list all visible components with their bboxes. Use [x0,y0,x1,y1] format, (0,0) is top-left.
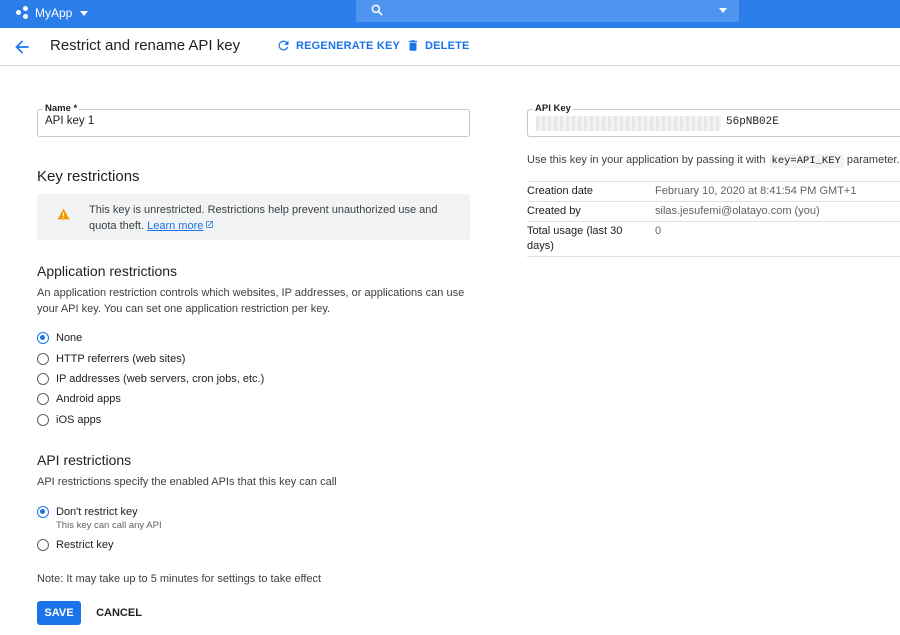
name-input[interactable] [45,115,455,127]
detail-value: 0 [655,225,662,237]
learn-more-label: Learn more [147,220,204,232]
name-field: Name * [37,103,470,137]
key-restrictions-heading: Key restrictions [37,168,140,185]
api-restrictions-heading: API restrictions [37,452,132,468]
radio-app-android[interactable]: Android apps [37,393,121,405]
regenerate-key-button[interactable]: REGENERATE KEY [276,38,400,53]
radio-button[interactable] [37,506,49,518]
detail-key: Created by [527,205,581,217]
api-restrictions-description: API restrictions specify the enabled API… [37,476,337,488]
key-details-table: Creation date February 10, 2020 at 8:41:… [527,181,900,257]
radio-button[interactable] [37,393,49,405]
dropdown-caret-icon [80,10,89,16]
table-row: Created by silas.jesufemi@olatayo.com (y… [527,202,900,222]
delete-label: DELETE [425,39,470,52]
radio-label: iOS apps [56,414,102,426]
radio-label: Restrict key [56,539,114,551]
hint-code: key=API_KEY [768,154,844,168]
detail-key: Creation date [527,185,594,197]
save-button[interactable]: SAVE [37,601,81,625]
api-key-value[interactable]: 56pNB02E [726,116,779,128]
radio-label: Android apps [56,393,121,405]
radio-button[interactable] [37,414,49,426]
radio-button[interactable] [37,539,49,551]
search-expand-icon[interactable] [719,8,727,13]
table-row: Total usage (last 30 days) 0 [527,222,900,257]
action-bar: Restrict and rename API key REGENERATE K… [0,28,900,66]
application-restrictions-heading: Application restrictions [37,263,178,279]
project-selector[interactable]: MyApp [16,2,89,24]
external-link-icon [206,221,214,228]
api-key-usage-hint: Use this key in your application by pass… [527,154,900,168]
radio-label: IP addresses (web servers, cron jobs, et… [56,373,265,385]
api-key-label: API Key [533,103,573,114]
search-bar[interactable] [356,0,739,22]
detail-key: Total usage (last 30 days) [527,225,623,252]
radio-app-ios[interactable]: iOS apps [37,414,101,426]
detail-value: silas.jesufemi@olatayo.com (you) [655,205,820,217]
top-bar: MyApp [0,0,900,28]
hint-prefix: Use this key in your application by pass… [527,154,766,166]
radio-restrict-key[interactable]: Restrict key [37,539,113,551]
radio-sublabel: This key can call any API [56,520,162,531]
back-arrow-icon[interactable] [12,37,32,57]
name-field-label: Name * [43,103,80,114]
learn-more-link[interactable]: Learn more [147,220,214,232]
application-restrictions-description: An application restriction controls whic… [37,287,465,315]
radio-button[interactable] [37,373,49,385]
detail-value: February 10, 2020 at 8:41:54 PM GMT+1 [655,185,857,197]
warning-message: This key is unrestricted. Restrictions h… [89,202,459,234]
cancel-button[interactable]: CANCEL [94,601,144,625]
project-icon [16,6,30,20]
radio-app-none[interactable]: None [37,332,82,344]
page-title: Restrict and rename API key [50,37,241,54]
propagation-note: Note: It may take up to 5 minutes for se… [37,573,322,585]
radio-app-ip-addresses[interactable]: IP addresses (web servers, cron jobs, et… [37,373,264,385]
api-key-field: API Key 56pNB02E [527,103,900,137]
unrestricted-warning: This key is unrestricted. Restrictions h… [37,194,470,240]
radio-label: Don't restrict key [56,506,138,518]
hint-suffix: parameter. [846,154,900,166]
radio-button[interactable] [37,332,49,344]
radio-app-http-referrers[interactable]: HTTP referrers (web sites) [37,353,185,365]
warning-icon [57,208,70,220]
project-name: MyApp [35,6,73,20]
trash-icon [408,40,418,51]
search-icon [371,4,383,16]
delete-button[interactable]: DELETE [406,38,470,53]
redacted-key-prefix [536,116,721,131]
radio-label: HTTP referrers (web sites) [56,353,186,365]
radio-label: None [56,332,83,344]
warning-text: This key is unrestricted. Restrictions h… [89,204,438,232]
radio-dont-restrict-key[interactable]: Don't restrict key [37,506,138,518]
regenerate-key-label: REGENERATE KEY [296,39,401,52]
radio-button[interactable] [37,353,49,365]
refresh-icon [278,40,289,51]
table-row: Creation date February 10, 2020 at 8:41:… [527,182,900,202]
